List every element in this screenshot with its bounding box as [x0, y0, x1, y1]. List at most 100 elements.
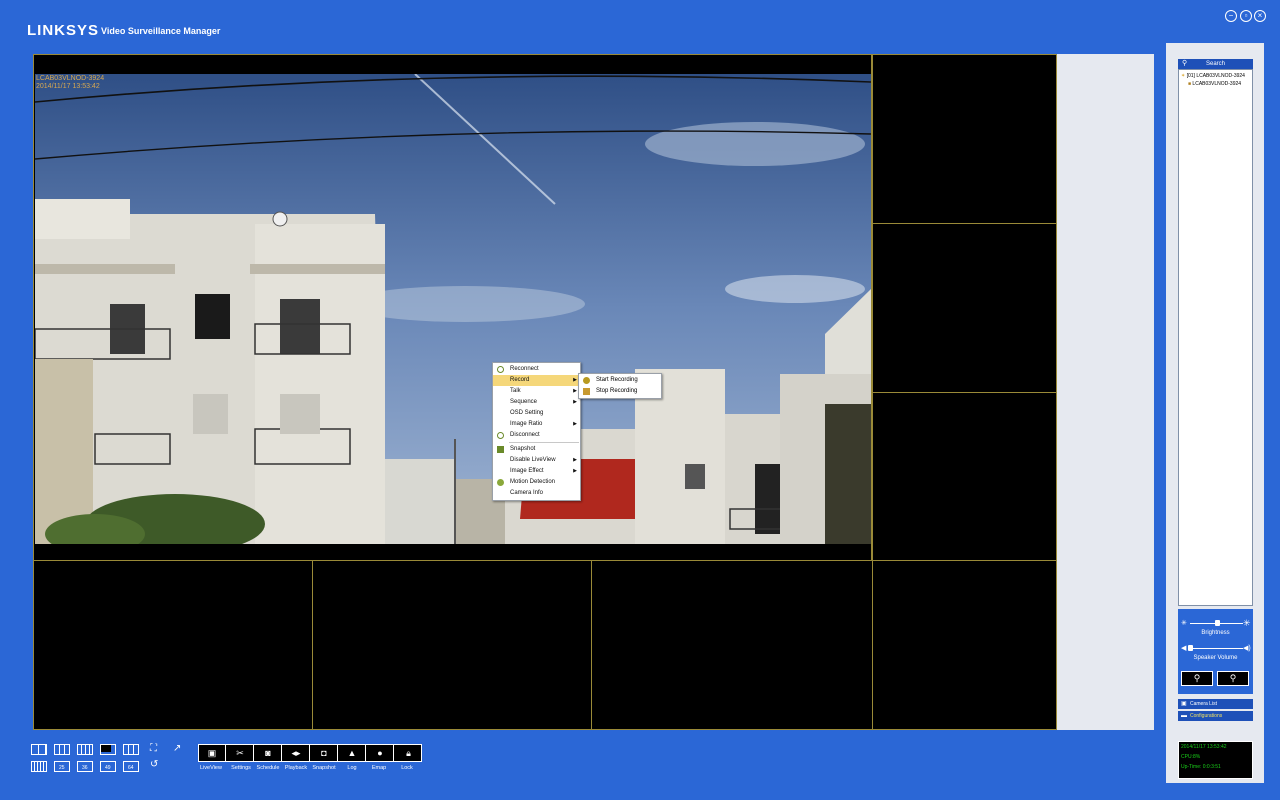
log-button[interactable]: ▲ [339, 745, 366, 761]
submenu-arrow-icon: ▶ [573, 468, 577, 474]
camera-scene [35, 74, 871, 544]
settings-button[interactable]: ✂ [227, 745, 254, 761]
snapshot-button[interactable]: ◘ [311, 745, 338, 761]
restore-icon[interactable]: ▫ [1240, 10, 1252, 22]
menu-item-label: Record [510, 377, 530, 383]
menu-item-label: Start Recording [596, 377, 638, 383]
submenu-arrow-icon: ▶ [573, 377, 577, 383]
menu-item-label: Talk [510, 388, 521, 394]
playback-button[interactable]: ◂▸ [283, 745, 310, 761]
log-icon: ▲ [347, 748, 357, 758]
menu-item-record[interactable]: Record ▶ [493, 375, 580, 386]
video-cell-main[interactable]: LCAB03VLNOD-3924 2014/11/17 13:53:42 [33, 54, 872, 561]
undo-icon[interactable]: ↺ [150, 759, 158, 770]
menu-item-disconnect[interactable]: Disconnect [493, 430, 580, 441]
video-cell[interactable] [33, 560, 313, 730]
minimize-icon[interactable]: − [1225, 10, 1237, 22]
liveview-button[interactable]: ▣ [199, 745, 226, 761]
menu-item-label: Image Ratio [510, 421, 543, 427]
lock-label: Lock [401, 765, 413, 771]
video-cell[interactable] [872, 560, 1057, 730]
broken-link-icon [497, 432, 504, 439]
menu-item-label: Image Effect [510, 468, 544, 474]
speaker-volume-slider[interactable] [1190, 648, 1243, 649]
live-video-frame[interactable]: LCAB03VLNOD-3924 2014/11/17 13:53:42 [35, 74, 871, 544]
layout-49-button[interactable]: 49 [100, 761, 116, 772]
status-datetime: 2014/11/17 13:53:42 [1181, 744, 1227, 750]
group-icon: ✶ [1181, 73, 1186, 79]
record-submenu: Start Recording Stop Recording [578, 373, 662, 399]
layout-4-button[interactable] [31, 744, 47, 755]
layout-8-button[interactable] [123, 744, 139, 755]
menu-item-reconnect[interactable]: Reconnect [493, 364, 580, 375]
tree-group-item[interactable]: ✶ [01] LCAB03VLNOD-3924 [1181, 73, 1245, 79]
submenu-arrow-icon: ▶ [573, 399, 577, 405]
tab-label: Configurations [1190, 713, 1223, 719]
zoom-in-button[interactable]: ⚲ [1217, 671, 1249, 686]
menu-item-motion-detection[interactable]: Motion Detection [493, 477, 580, 488]
menu-separator [509, 442, 579, 443]
camera-list-icon: ▣ [1181, 701, 1187, 707]
video-cell[interactable] [312, 560, 592, 730]
layout-64-button[interactable]: 64 [123, 761, 139, 772]
globe-icon: ● [377, 748, 383, 758]
schedule-icon: ◙ [265, 748, 271, 758]
menu-item-osd-setting[interactable]: OSD Setting [493, 408, 580, 419]
wrench-icon: ✂ [236, 748, 244, 758]
brightness-slider-handle[interactable] [1214, 620, 1220, 626]
menu-item-snapshot[interactable]: Snapshot [493, 444, 580, 455]
brand-logo: LINKSYS [27, 22, 100, 39]
camera-icon: ◘ [321, 748, 327, 758]
close-icon[interactable]: × [1254, 10, 1266, 22]
camera-icon: ■ [1188, 81, 1192, 87]
restore-screen-icon[interactable]: ↗ [173, 743, 181, 754]
menu-item-image-effect[interactable]: Image Effect ▶ [493, 466, 580, 477]
menu-item-start-recording[interactable]: Start Recording [579, 375, 661, 386]
lock-button[interactable]: 🔒︎ [395, 745, 422, 761]
brightness-low-icon: ✳ [1181, 620, 1187, 627]
tab-label: Camera List [1190, 701, 1217, 707]
menu-item-label: Motion Detection [510, 479, 556, 485]
menu-item-disable-liveview[interactable]: Disable LiveView ▶ [493, 455, 580, 466]
tab-configurations[interactable]: ▬ Configurations [1178, 711, 1253, 721]
menu-item-sequence[interactable]: Sequence ▶ [493, 397, 580, 408]
lock-icon: 🔒︎ [406, 748, 411, 758]
menu-item-talk[interactable]: Talk ▶ [493, 386, 580, 397]
configurations-icon: ▬ [1181, 713, 1187, 719]
menu-item-image-ratio[interactable]: Image Ratio ▶ [493, 419, 580, 430]
emap-button[interactable]: ● [367, 745, 394, 761]
tree-camera-label: LCAB03VLNOD-3924 [1192, 81, 1242, 87]
speaker-volume-slider-handle[interactable] [1188, 645, 1193, 651]
video-cell[interactable] [872, 223, 1057, 393]
schedule-button[interactable]: ◙ [255, 745, 282, 761]
video-cell[interactable] [872, 392, 1057, 561]
layout-number: 36 [82, 765, 88, 771]
layout-25-button[interactable]: 25 [54, 761, 70, 772]
layout-number: 25 [59, 765, 65, 771]
search-button[interactable]: ⚲ Search [1178, 59, 1253, 69]
grid-margin [1057, 54, 1154, 730]
menu-item-label: Snapshot [510, 446, 536, 452]
layout-9-button[interactable] [54, 744, 70, 755]
layout-36-button[interactable]: 36 [77, 761, 93, 772]
menu-item-stop-recording[interactable]: Stop Recording [579, 386, 661, 397]
menu-item-label: Stop Recording [596, 388, 638, 394]
speaker-high-icon: ◀) [1243, 645, 1251, 652]
layout-number: 49 [105, 765, 111, 771]
speaker-low-icon: ◀ [1181, 645, 1187, 652]
tree-camera-item[interactable]: ■ LCAB03VLNOD-3924 [1188, 81, 1241, 87]
zoom-out-button[interactable]: ⚲ [1181, 671, 1213, 686]
menu-item-label: Sequence [510, 399, 538, 405]
video-cell[interactable] [872, 54, 1057, 224]
layout-6-button[interactable] [100, 744, 116, 755]
layout-13-button[interactable] [31, 761, 47, 772]
link-icon [497, 366, 504, 373]
menu-item-label: OSD Setting [510, 410, 544, 416]
tab-camera-list[interactable]: ▣ Camera List [1178, 699, 1253, 709]
fullscreen-icon[interactable]: ⛶ [150, 743, 157, 754]
app-title: Video Surveillance Manager [101, 26, 221, 36]
menu-item-label: Camera Info [510, 490, 544, 496]
video-cell[interactable] [591, 560, 873, 730]
menu-item-camera-info[interactable]: Camera Info [493, 488, 580, 499]
layout-16-button[interactable] [77, 744, 93, 755]
